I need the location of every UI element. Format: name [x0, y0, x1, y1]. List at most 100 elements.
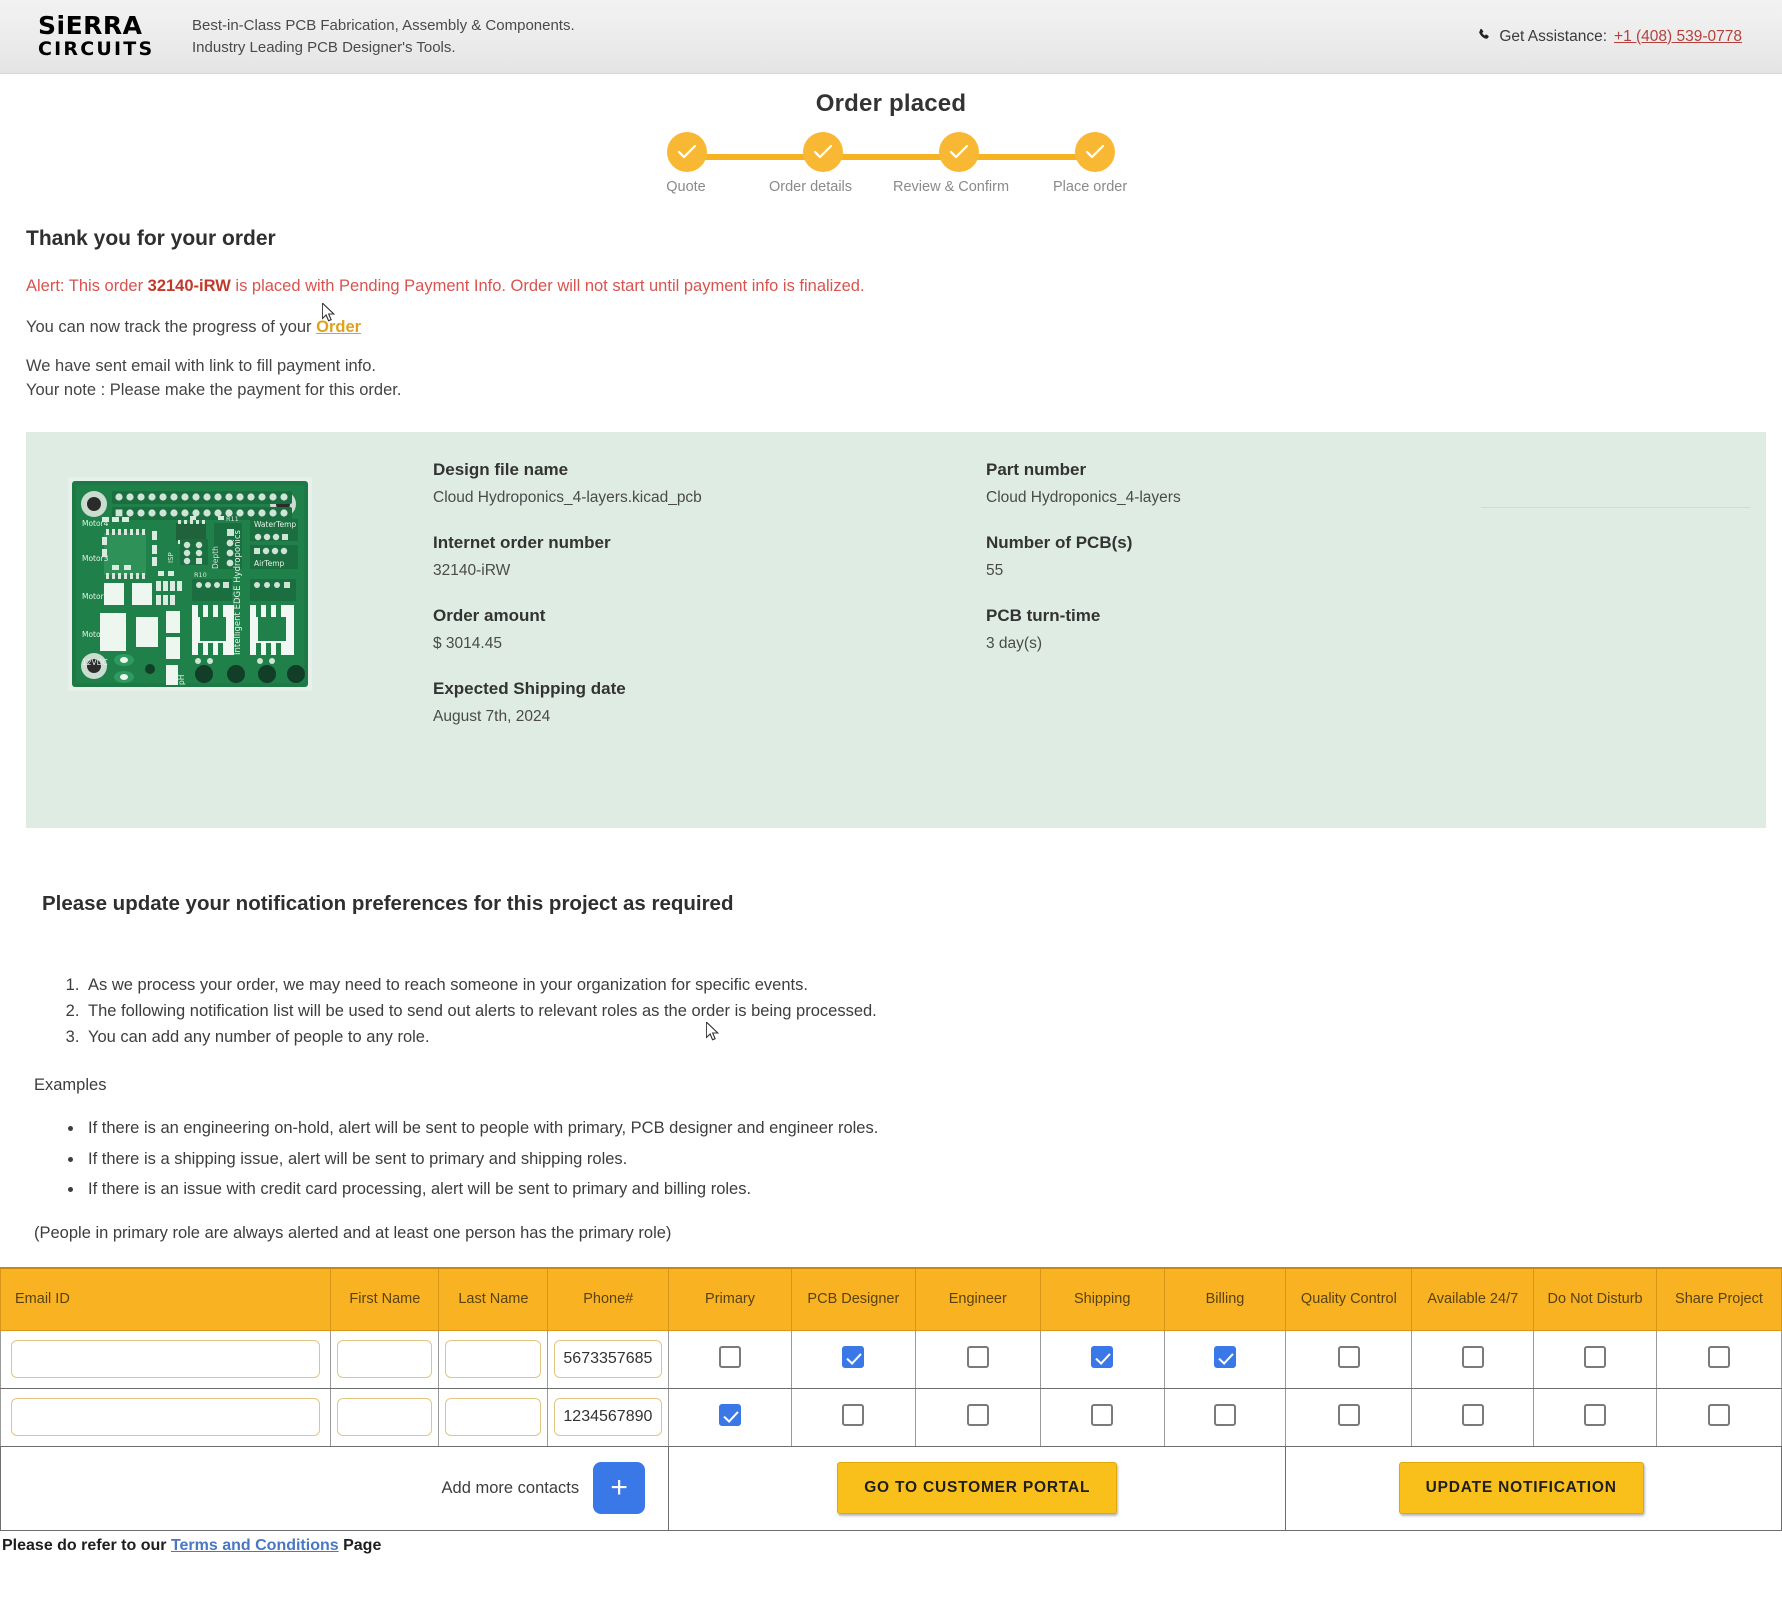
first-name-input[interactable] — [337, 1340, 433, 1379]
field-number-of-pcbs: Number of PCB(s) 55 — [986, 533, 1181, 580]
cell-first-name — [330, 1387, 440, 1447]
order-details-column-right: Part number Cloud Hydroponics_4-layers N… — [986, 460, 1181, 679]
cell-billing — [1163, 1329, 1287, 1389]
assistance-phone-link[interactable]: +1 (408) 539-0778 — [1614, 28, 1742, 46]
notification-instructions-list: As we process your order, we may need to… — [52, 972, 1756, 1050]
field-value: 3 day(s) — [986, 635, 1042, 652]
cell-shipping — [1039, 1387, 1165, 1447]
cell-phone — [547, 1329, 670, 1389]
field-design-file-name: Design file name Cloud Hydroponics_4-lay… — [433, 460, 702, 507]
column-header-engineer: Engineer — [914, 1267, 1041, 1331]
billing-checkbox[interactable] — [1213, 1403, 1236, 1426]
email-input[interactable] — [11, 1340, 321, 1379]
step-complete-icon — [805, 134, 841, 170]
cell-pcb-designer — [790, 1329, 916, 1389]
cell-primary — [668, 1387, 792, 1447]
terms-prefix: Please do refer to our — [2, 1536, 171, 1554]
cell-do-not-disturb — [1533, 1387, 1657, 1447]
column-header-primary: Primary — [668, 1267, 792, 1331]
phone-input[interactable] — [554, 1398, 663, 1437]
step-quote[interactable]: Quote — [665, 134, 709, 195]
last-name-input[interactable] — [445, 1340, 542, 1379]
tagline-line-1: Best-in-Class PCB Fabrication, Assembly … — [192, 17, 575, 35]
customer-portal-cell: GO TO CUSTOMER PORTAL — [668, 1445, 1287, 1531]
alert-suffix: is placed with Pending Payment Info. Ord… — [230, 277, 865, 295]
list-item: If there is an engineering on-hold, aler… — [84, 1115, 1756, 1141]
primary-checkbox[interactable] — [719, 1403, 742, 1426]
terms-and-conditions-link[interactable]: Terms and Conditions — [171, 1537, 339, 1554]
step-complete-icon — [669, 134, 705, 170]
pcb-designer-checkbox[interactable] — [842, 1403, 865, 1426]
primary-checkbox[interactable] — [719, 1345, 742, 1368]
order-details-panel: ISP Depth R11 WaterTemp AirTemp Motor4 M — [26, 432, 1766, 828]
track-prefix: You can now track the progress of your — [26, 318, 317, 336]
order-link[interactable]: Order — [316, 318, 361, 336]
cell-engineer — [914, 1329, 1041, 1389]
step-complete-icon — [1077, 134, 1113, 170]
add-contact-button[interactable]: + — [593, 1462, 646, 1515]
svg-text:AirTemp: AirTemp — [254, 559, 285, 568]
cell-primary — [668, 1329, 792, 1389]
examples-heading: Examples — [34, 1076, 107, 1095]
header-tagline: Best-in-Class PCB Fabrication, Assembly … — [192, 15, 575, 58]
engineer-checkbox[interactable] — [966, 1345, 989, 1368]
step-place-order[interactable]: Place order — [1053, 134, 1127, 195]
share-project-checkbox[interactable] — [1707, 1345, 1730, 1368]
step-label: Quote — [666, 179, 706, 195]
alert-prefix: Alert: This order — [26, 277, 148, 295]
do-not-disturb-checkbox[interactable] — [1584, 1403, 1607, 1426]
cell-pcb-designer — [790, 1387, 916, 1447]
svg-text:Intelligent EDGE Hydroponics: Intelligent EDGE Hydroponics — [233, 529, 243, 655]
pending-payment-alert: Alert: This order 32140-iRW is placed wi… — [26, 277, 1756, 296]
track-order-line: You can now track the progress of your O… — [26, 318, 1756, 337]
column-header-quality-control: Quality Control — [1285, 1267, 1413, 1331]
shipping-checkbox[interactable] — [1091, 1345, 1114, 1368]
shipping-checkbox[interactable] — [1091, 1403, 1114, 1426]
get-assistance-label: Get Assistance: — [1499, 27, 1608, 45]
customer-note-line: Your note : Please make the payment for … — [26, 381, 402, 399]
cell-email — [0, 1387, 332, 1447]
column-header-last-name: Last Name — [438, 1267, 549, 1331]
go-to-customer-portal-button[interactable]: GO TO CUSTOMER PORTAL — [837, 1462, 1118, 1515]
quality-control-checkbox[interactable] — [1337, 1345, 1360, 1368]
list-item: The following notification list will be … — [84, 998, 1756, 1024]
panel-divider — [1481, 507, 1750, 508]
quality-control-checkbox[interactable] — [1337, 1403, 1360, 1426]
step-review-confirm[interactable]: Review & Confirm — [893, 134, 1009, 195]
do-not-disturb-checkbox[interactable] — [1584, 1345, 1607, 1368]
available-247-checkbox[interactable] — [1461, 1345, 1484, 1368]
share-project-checkbox[interactable] — [1707, 1403, 1730, 1426]
step-order-details[interactable]: Order details — [769, 134, 852, 195]
first-name-input[interactable] — [337, 1398, 433, 1437]
cell-email — [0, 1329, 332, 1389]
phone-input[interactable] — [554, 1340, 663, 1379]
field-value: Cloud Hydroponics_4-layers — [986, 489, 1181, 506]
cell-quality-control — [1285, 1387, 1413, 1447]
cell-engineer — [914, 1387, 1041, 1447]
available-247-checkbox[interactable] — [1461, 1403, 1484, 1426]
column-header-share-project: Share Project — [1655, 1267, 1782, 1331]
column-header-first-name: First Name — [330, 1267, 440, 1331]
alert-order-id: 32140-iRW — [147, 277, 231, 295]
column-header-available-247: Available 24/7 — [1411, 1267, 1535, 1331]
svg-text:WaterTemp: WaterTemp — [254, 520, 296, 529]
plus-icon: + — [610, 1471, 628, 1505]
column-header-do-not-disturb: Do Not Disturb — [1533, 1267, 1657, 1331]
billing-checkbox[interactable] — [1213, 1345, 1236, 1368]
step-label: Place order — [1053, 179, 1128, 195]
email-input[interactable] — [11, 1398, 321, 1437]
list-item: As we process your order, we may need to… — [84, 972, 1756, 998]
svg-text:12VDC: 12VDC — [82, 658, 108, 667]
column-header-billing: Billing — [1163, 1267, 1287, 1331]
svg-text:pH: pH — [177, 675, 186, 685]
order-progress-section: Order placed Quote Order details Review … — [0, 74, 1782, 197]
engineer-checkbox[interactable] — [966, 1403, 989, 1426]
cell-last-name — [438, 1387, 549, 1447]
update-notification-button[interactable]: UPDATE NOTIFICATION — [1398, 1462, 1644, 1515]
last-name-input[interactable] — [445, 1398, 542, 1437]
column-header-email-id: Email ID — [0, 1267, 332, 1331]
column-header-phone: Phone# — [547, 1267, 670, 1331]
cell-share-project — [1655, 1329, 1782, 1389]
sierra-circuits-logo[interactable]: SiERRA CIRCUITS — [38, 13, 158, 59]
pcb-designer-checkbox[interactable] — [842, 1345, 865, 1368]
